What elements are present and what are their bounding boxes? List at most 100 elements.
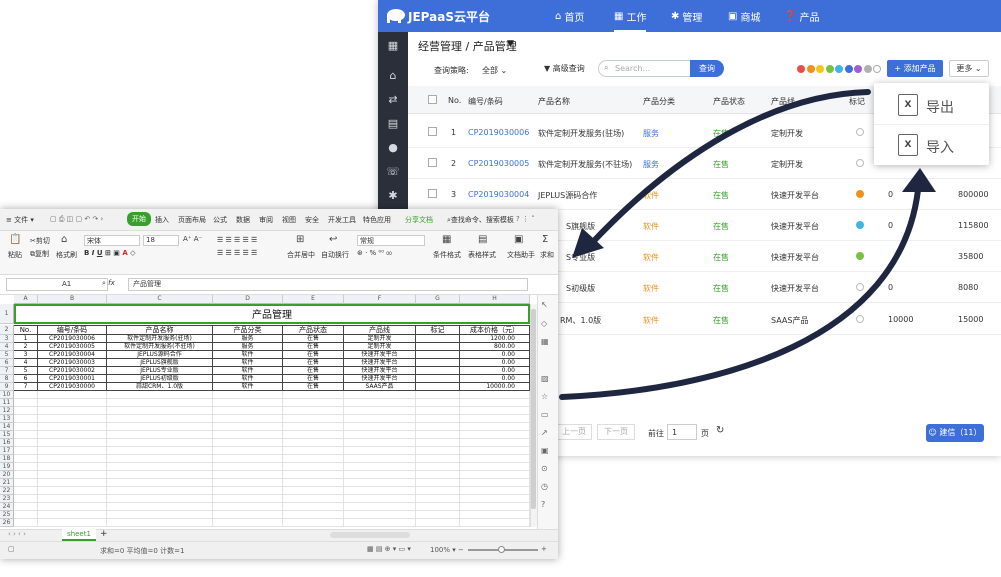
column-header[interactable]: B (38, 295, 107, 304)
row-header[interactable]: 26 (0, 519, 14, 527)
data-cell[interactable]: 0.00 (460, 359, 530, 367)
empty-cell[interactable] (107, 439, 213, 447)
quick-access-icons[interactable]: ▢ ⎙ ◫ ▢ ↶ ↷ › (50, 215, 103, 224)
empty-cell[interactable] (14, 439, 38, 447)
zoom-slider-handle[interactable] (498, 546, 505, 553)
empty-cell[interactable] (344, 407, 416, 415)
empty-cell[interactable] (344, 495, 416, 503)
empty-cell[interactable] (283, 399, 344, 407)
empty-cell[interactable] (416, 455, 460, 463)
empty-cell[interactable] (107, 487, 213, 495)
row-checkbox[interactable] (428, 158, 437, 167)
row-header[interactable]: 24 (0, 503, 14, 511)
column-header[interactable]: F (344, 295, 416, 304)
empty-cell[interactable] (344, 423, 416, 431)
empty-cell[interactable] (460, 503, 530, 511)
empty-cell[interactable] (283, 479, 344, 487)
data-cell[interactable]: 10000.00 (460, 383, 530, 391)
nav-store[interactable]: ▣ 商城 (728, 9, 760, 24)
scrollbar-thumb[interactable] (531, 309, 536, 509)
data-cell[interactable]: 1 (14, 335, 38, 343)
help-icon[interactable]: ? (541, 500, 545, 509)
menu-review[interactable]: 审阅 (259, 215, 273, 225)
empty-cell[interactable] (344, 487, 416, 495)
table-icon[interactable]: ▦ (541, 337, 549, 346)
data-cell[interactable]: 软件 (213, 383, 283, 391)
data-cell[interactable]: 1200.00 (460, 335, 530, 343)
add-product-button[interactable]: + 添加产品 (887, 60, 943, 77)
feedback-button[interactable]: ☺ 建信（11） (926, 424, 984, 442)
cursor-icon[interactable]: ↖ (541, 300, 548, 309)
data-cell[interactable]: CP2019030000 (38, 383, 107, 391)
header-cell[interactable]: 产品名称 (107, 325, 213, 335)
row-header[interactable]: 1 (0, 304, 14, 324)
empty-cell[interactable] (38, 495, 107, 503)
header-cell[interactable]: 产品分类 (213, 325, 283, 335)
empty-cell[interactable] (107, 431, 213, 439)
empty-cell[interactable] (344, 447, 416, 455)
data-cell[interactable]: 蒜甜CRM、1.0版 (107, 383, 213, 391)
empty-cell[interactable] (38, 431, 107, 439)
color-filter-dot[interactable] (854, 65, 862, 73)
nav-manage[interactable]: ✱ 管理 (671, 9, 702, 24)
advanced-query-button[interactable]: ▼ 高级查询 (544, 63, 585, 74)
empty-cell[interactable] (460, 439, 530, 447)
row-checkbox[interactable] (428, 127, 437, 136)
data-cell[interactable]: CP2019030005 (38, 343, 107, 351)
empty-cell[interactable] (344, 415, 416, 423)
row-header[interactable]: 2 (0, 325, 14, 335)
empty-cell[interactable] (344, 431, 416, 439)
empty-cell[interactable] (38, 407, 107, 415)
cell-reference-box[interactable]: A1 (6, 278, 108, 291)
column-header[interactable]: D (213, 295, 283, 304)
empty-cell[interactable] (416, 519, 460, 527)
empty-cell[interactable] (38, 455, 107, 463)
row-code-link[interactable]: CP2019030006 (468, 128, 529, 137)
empty-cell[interactable] (460, 471, 530, 479)
empty-cell[interactable] (107, 455, 213, 463)
home-icon[interactable]: ⌂ (378, 65, 408, 87)
share-icon[interactable]: ↗ (541, 428, 548, 437)
data-cell[interactable] (416, 351, 460, 359)
empty-cell[interactable] (107, 415, 213, 423)
shape-icon[interactable]: ◇ (541, 319, 547, 328)
box-icon[interactable]: ▭ (541, 410, 549, 419)
empty-cell[interactable] (14, 431, 38, 439)
document-icon[interactable]: ▤ (378, 113, 408, 135)
nav-product[interactable]: ❓ 产品 (784, 9, 819, 24)
empty-cell[interactable] (344, 439, 416, 447)
empty-cell[interactable] (416, 431, 460, 439)
header-cell[interactable]: 标记 (416, 325, 460, 335)
menu-dev-tools[interactable]: 开发工具 (328, 215, 356, 225)
empty-cell[interactable] (38, 487, 107, 495)
empty-cell[interactable] (416, 391, 460, 399)
empty-cell[interactable] (107, 423, 213, 431)
data-cell[interactable]: 在售 (283, 367, 344, 375)
color-filter-dot[interactable] (816, 65, 824, 73)
menu-layout[interactable]: 页面布局 (178, 215, 206, 225)
row-header[interactable]: 3 (0, 335, 14, 343)
empty-cell[interactable] (14, 519, 38, 527)
menu-security[interactable]: 安全 (305, 215, 319, 225)
empty-cell[interactable] (38, 511, 107, 519)
empty-cell[interactable] (460, 487, 530, 495)
empty-cell[interactable] (344, 479, 416, 487)
mark-dot[interactable] (856, 283, 864, 291)
row-header[interactable]: 16 (0, 439, 14, 447)
font-select[interactable]: 宋体 (84, 235, 140, 246)
row-code-link[interactable]: CP2019030004 (468, 190, 529, 199)
data-cell[interactable]: 快速开发平台 (344, 351, 416, 359)
data-cell[interactable]: CP2019030001 (38, 375, 107, 383)
paste-icon[interactable]: 📋 (9, 234, 21, 245)
data-cell[interactable]: 快速开发平台 (344, 367, 416, 375)
row-header[interactable]: 11 (0, 399, 14, 407)
color-filter-dot[interactable] (797, 65, 805, 73)
row-header[interactable]: 15 (0, 431, 14, 439)
empty-cell[interactable] (38, 447, 107, 455)
data-cell[interactable] (416, 367, 460, 375)
zoom-in-icon[interactable]: + (541, 545, 547, 553)
empty-cell[interactable] (38, 415, 107, 423)
data-cell[interactable]: 定制开发 (344, 343, 416, 351)
data-cell[interactable]: 软件 (213, 351, 283, 359)
data-cell[interactable]: 在售 (283, 343, 344, 351)
